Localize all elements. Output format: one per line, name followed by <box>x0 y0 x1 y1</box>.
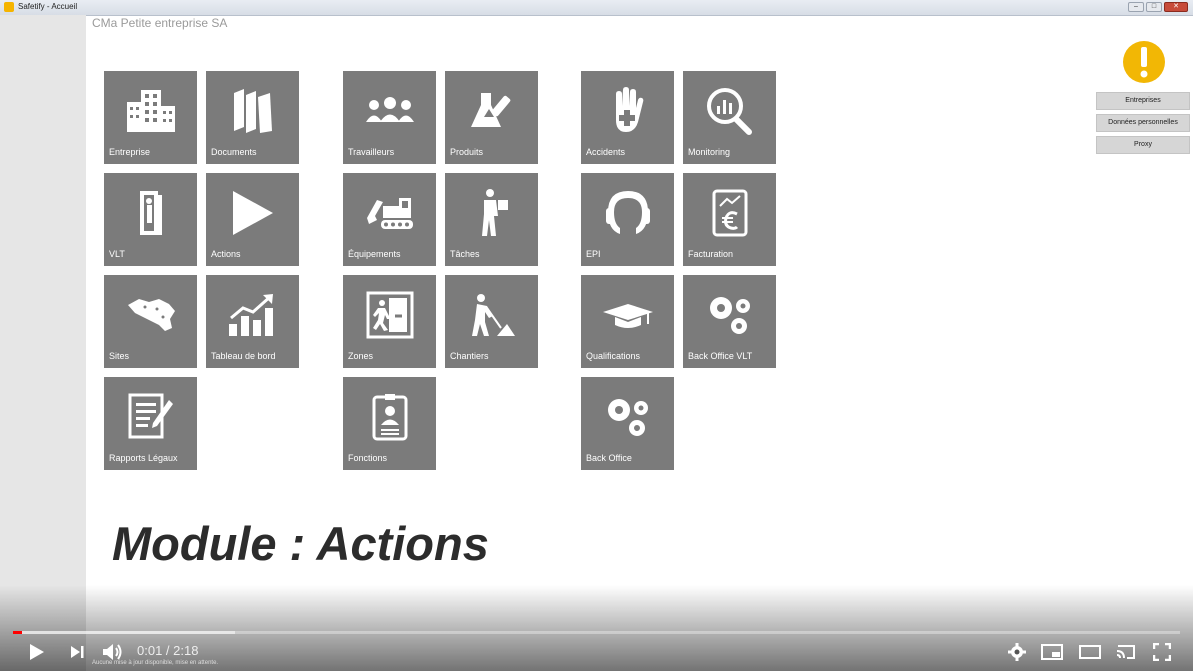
tile-label: Tâches <box>450 249 480 259</box>
application-screen: Safetify - Accueil – □ ✕ CMa Petite entr… <box>0 0 1193 671</box>
tile-label: Rapports Légaux <box>109 453 178 463</box>
progress-bar[interactable] <box>13 631 1180 634</box>
theater-mode-icon <box>1079 645 1101 659</box>
progress-loaded <box>13 631 235 634</box>
tile-back-office-vlt[interactable]: Back Office VLT <box>683 275 776 368</box>
tile-label: Back Office VLT <box>688 351 753 361</box>
workers-icon <box>343 85 436 137</box>
door-person-icon <box>104 187 197 239</box>
building-icon <box>104 85 197 137</box>
tile-label: Sites <box>109 351 130 361</box>
tile-label: Fonctions <box>348 453 388 463</box>
gears-icon <box>683 289 776 341</box>
fullscreen-icon <box>1153 643 1171 661</box>
cast-button[interactable] <box>1113 640 1139 664</box>
miniplayer-icon <box>1041 644 1063 660</box>
theater-mode-button[interactable] <box>1077 640 1103 664</box>
tile-label: Équipements <box>348 249 401 259</box>
magnifier-chart-icon <box>683 85 776 137</box>
euro-invoice-icon <box>683 187 776 239</box>
tile-sites[interactable]: Sites <box>104 275 197 368</box>
tile-chantiers[interactable]: Chantiers <box>445 275 538 368</box>
document-pen-icon <box>104 391 197 443</box>
tile-zones[interactable]: Zones <box>343 275 436 368</box>
worker-shovel-icon <box>445 289 538 341</box>
window-title-bar: Safetify - Accueil – □ ✕ <box>0 0 1193 16</box>
tile-monitoring[interactable]: Monitoring <box>683 71 776 164</box>
window-title: Safetify - Accueil <box>18 2 78 11</box>
next-button[interactable] <box>66 640 88 664</box>
maximize-button[interactable]: □ <box>1146 2 1162 12</box>
flask-icon <box>445 85 538 137</box>
tile-facturation[interactable]: Facturation <box>683 173 776 266</box>
fullscreen-button[interactable] <box>1150 640 1174 664</box>
gears-icon <box>581 391 674 443</box>
tile-vlt[interactable]: VLT <box>104 173 197 266</box>
tile-label: Entreprise <box>109 147 151 157</box>
worker-carrying-icon <box>445 187 538 239</box>
tile-label: Accidents <box>586 147 626 157</box>
close-button[interactable]: ✕ <box>1164 2 1188 12</box>
tile-travailleurs[interactable]: Travailleurs <box>343 71 436 164</box>
tile-epi[interactable]: EPI <box>581 173 674 266</box>
tile-label: Zones <box>348 351 374 361</box>
emergency-exit-icon <box>343 289 436 341</box>
app-logo-icon <box>4 2 14 12</box>
tile-label: Chantiers <box>450 351 489 361</box>
warning-alert-icon[interactable] <box>1122 40 1166 84</box>
gear-icon <box>1008 643 1026 661</box>
tile-actions[interactable]: Actions <box>206 173 299 266</box>
tile-label: Qualifications <box>586 351 641 361</box>
minimize-button[interactable]: – <box>1128 2 1144 12</box>
hand-first-aid-icon <box>581 85 674 137</box>
tile-produits[interactable]: Produits <box>445 71 538 164</box>
tile-label: Travailleurs <box>348 147 395 157</box>
tile-documents[interactable]: Documents <box>206 71 299 164</box>
play-icon <box>30 644 44 660</box>
play-button[interactable] <box>26 640 48 664</box>
module-title-overlay: Module : Actions <box>112 517 489 570</box>
entreprises-button[interactable]: Entreprises <box>1096 92 1190 110</box>
excavator-icon <box>343 187 436 239</box>
cast-icon <box>1116 645 1135 659</box>
status-message: Aucune mise à jour disponible, mise en a… <box>92 660 219 666</box>
miniplayer-button[interactable] <box>1040 640 1064 664</box>
volume-icon <box>103 644 122 660</box>
tile-label: Monitoring <box>688 147 731 157</box>
tile-label: Back Office <box>586 453 632 463</box>
tile-label: Documents <box>211 147 257 157</box>
tile-accidents[interactable]: Accidents <box>581 71 674 164</box>
tile-rapports-legaux[interactable]: Rapports Légaux <box>104 377 197 470</box>
donnees-personnelles-button[interactable]: Données personnelles <box>1096 114 1190 132</box>
company-name: CMa Petite entreprise SA <box>92 16 228 30</box>
tile-tableau-de-bord[interactable]: Tableau de bord <box>206 275 299 368</box>
play-icon <box>206 187 299 239</box>
tile-back-office[interactable]: Back Office <box>581 377 674 470</box>
tile-label: VLT <box>109 249 125 259</box>
tile-label: Tableau de bord <box>211 351 276 361</box>
time-display: 0:01 / 2:18 <box>137 643 199 658</box>
tile-label: Facturation <box>688 249 734 259</box>
progress-played <box>13 631 23 634</box>
tile-label: Produits <box>450 147 484 157</box>
proxy-button[interactable]: Proxy <box>1096 136 1190 154</box>
books-icon <box>206 85 299 137</box>
skip-next-icon <box>71 646 84 658</box>
tile-fonctions[interactable]: Fonctions <box>343 377 436 470</box>
graduation-cap-icon <box>581 289 674 341</box>
settings-button[interactable] <box>1006 640 1028 664</box>
left-side-panel <box>0 15 86 671</box>
bar-chart-up-icon <box>206 289 299 341</box>
ear-protection-icon <box>581 187 674 239</box>
tile-qualifications[interactable]: Qualifications <box>581 275 674 368</box>
tile-label: EPI <box>586 249 601 259</box>
id-badge-icon <box>343 391 436 443</box>
tile-entreprise[interactable]: Entreprise <box>104 71 197 164</box>
tile-label: Actions <box>211 249 241 259</box>
tile-equipements[interactable]: Équipements <box>343 173 436 266</box>
belgium-map-icon <box>104 289 197 341</box>
tile-taches[interactable]: Tâches <box>445 173 538 266</box>
